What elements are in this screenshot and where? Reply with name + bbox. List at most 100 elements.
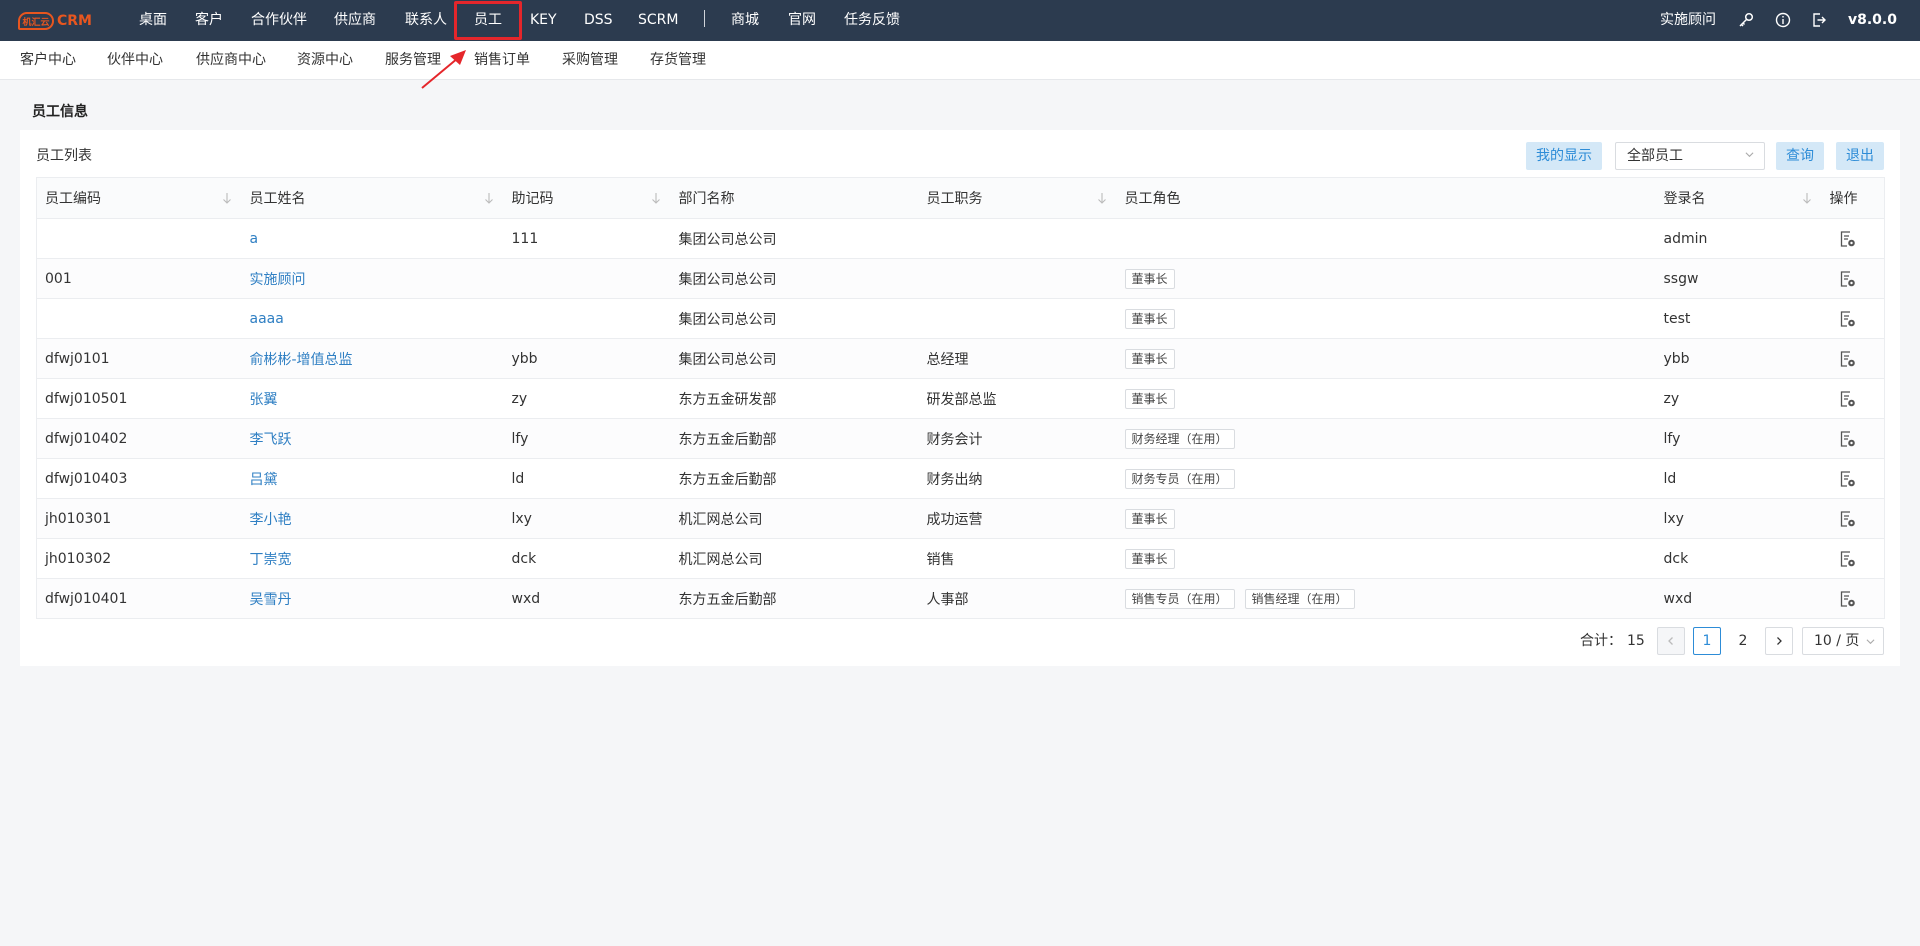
- topnav-website[interactable]: 官网: [788, 0, 816, 41]
- subnav-sales-order[interactable]: 销售订单: [474, 41, 530, 80]
- table-row: dfwj010402 李飞跃 lfy 东方五金后勤部 财务会计 财务经理（在用） lfy: [36, 418, 1885, 459]
- sort-icon[interactable]: [1802, 192, 1812, 204]
- employee-name-link[interactable]: aaaa: [241, 298, 504, 339]
- position-cell: [918, 218, 1117, 259]
- subnav-purchase-management[interactable]: 采购管理: [562, 41, 618, 80]
- prev-page-button[interactable]: [1657, 627, 1685, 655]
- position-cell: 销售: [918, 538, 1117, 579]
- topnav-employee[interactable]: 员工: [474, 0, 502, 41]
- view-detail-icon[interactable]: [1839, 270, 1856, 288]
- topnav-mall[interactable]: 商城: [731, 0, 759, 41]
- actions-cell: [1821, 378, 1885, 419]
- view-detail-icon[interactable]: [1839, 310, 1856, 328]
- view-detail-icon[interactable]: [1839, 510, 1856, 528]
- subnav-supplier-center[interactable]: 供应商中心: [196, 41, 266, 80]
- header-position[interactable]: 员工职务: [918, 177, 1117, 219]
- view-detail-icon[interactable]: [1839, 230, 1856, 248]
- next-page-button[interactable]: [1765, 627, 1793, 655]
- version-label: v8.0.0: [1848, 12, 1897, 28]
- position-cell: 总经理: [918, 338, 1117, 379]
- employee-name-link[interactable]: 俞彬彬-增值总监: [241, 338, 504, 379]
- login-name-cell: lxy: [1655, 498, 1822, 539]
- employee-code-cell: dfwj010402: [36, 418, 242, 459]
- position-cell: [918, 258, 1117, 299]
- department-cell: 集团公司总公司: [670, 258, 919, 299]
- employee-code-cell: [36, 298, 242, 339]
- topnav-contact[interactable]: 联系人: [405, 0, 447, 41]
- header-employee-code[interactable]: 员工编码: [36, 177, 242, 219]
- login-name-cell: dck: [1655, 538, 1822, 579]
- current-user[interactable]: 实施顾问: [1660, 0, 1716, 41]
- sort-icon[interactable]: [484, 192, 494, 204]
- employee-list-card: 员工列表 我的显示 全部员工 查询 退出 员工编码 员工姓名 助记码 部门名称 …: [20, 130, 1900, 666]
- subnav-resource-center[interactable]: 资源中心: [297, 41, 353, 80]
- employee-name-link[interactable]: 丁崇宽: [241, 538, 504, 579]
- page-size-select[interactable]: 10 / 页: [1802, 627, 1884, 655]
- actions-cell: [1821, 298, 1885, 339]
- role-cell: 董事长: [1116, 538, 1656, 579]
- topnav-supplier[interactable]: 供应商: [334, 0, 376, 41]
- position-cell: 人事部: [918, 578, 1117, 619]
- employee-name-link[interactable]: 吕黛: [241, 458, 504, 499]
- employee-name-link[interactable]: 张翼: [241, 378, 504, 419]
- role-tag: 销售经理（在用）: [1244, 588, 1355, 609]
- employee-name-link[interactable]: 实施顾问: [241, 258, 504, 299]
- topnav-desktop[interactable]: 桌面: [139, 0, 167, 41]
- role-tag: 董事长: [1124, 548, 1175, 569]
- view-detail-icon[interactable]: [1839, 550, 1856, 568]
- sort-icon[interactable]: [1097, 192, 1107, 204]
- department-cell: 机汇网总公司: [670, 538, 919, 579]
- login-name-cell: lfy: [1655, 418, 1822, 459]
- sort-icon[interactable]: [222, 192, 232, 204]
- page-2-button[interactable]: 2: [1729, 627, 1757, 655]
- employee-code-cell: dfwj010403: [36, 458, 242, 499]
- employee-code-cell: 001: [36, 258, 242, 299]
- subnav-partner-center[interactable]: 伙伴中心: [107, 41, 163, 80]
- logout-icon[interactable]: [1811, 12, 1827, 28]
- employee-table: 员工编码 员工姓名 助记码 部门名称 员工职务 员工角色 登录名 操作 a 111…: [36, 177, 1885, 619]
- employee-filter-select[interactable]: 全部员工: [1615, 142, 1765, 170]
- sort-icon[interactable]: [651, 192, 661, 204]
- actions-cell: [1821, 218, 1885, 259]
- total-count: 15: [1627, 633, 1645, 649]
- view-detail-icon[interactable]: [1839, 430, 1856, 448]
- topnav-customer[interactable]: 客户: [195, 0, 223, 41]
- chevron-right-icon: [1777, 637, 1782, 645]
- view-detail-icon[interactable]: [1839, 590, 1856, 608]
- view-detail-icon[interactable]: [1839, 470, 1856, 488]
- query-button[interactable]: 查询: [1776, 142, 1824, 170]
- employee-name-link[interactable]: a: [241, 218, 504, 259]
- subnav-inventory-management[interactable]: 存货管理: [650, 41, 706, 80]
- employee-name-link[interactable]: 李飞跃: [241, 418, 504, 459]
- role-cell: 销售专员（在用） 销售经理（在用）: [1116, 578, 1656, 619]
- view-detail-icon[interactable]: [1839, 390, 1856, 408]
- department-cell: 集团公司总公司: [670, 298, 919, 339]
- topnav-dss[interactable]: DSS: [584, 0, 613, 41]
- mnemonic-cell: lxy: [503, 498, 671, 539]
- table-row: a 111 集团公司总公司 admin: [36, 218, 1885, 259]
- subnav-customer-center[interactable]: 客户中心: [20, 41, 76, 80]
- header-mnemonic[interactable]: 助记码: [503, 177, 671, 219]
- my-display-button[interactable]: 我的显示: [1526, 142, 1602, 170]
- employee-name-link[interactable]: 吴雪丹: [241, 578, 504, 619]
- employee-filter-value: 全部员工: [1627, 148, 1683, 164]
- topnav-partner[interactable]: 合作伙伴: [251, 0, 307, 41]
- exit-button[interactable]: 退出: [1836, 142, 1884, 170]
- header-login-name[interactable]: 登录名: [1655, 177, 1822, 219]
- department-cell: 东方五金后勤部: [670, 418, 919, 459]
- role-tag: 财务专员（在用）: [1124, 468, 1235, 489]
- employee-table-body: a 111 集团公司总公司 admin 001 实施顾问 集团公司总公司 董事长 ssgw aaa…: [36, 218, 1885, 619]
- info-icon[interactable]: [1775, 12, 1791, 28]
- key-icon[interactable]: [1738, 12, 1754, 28]
- header-employee-name[interactable]: 员工姓名: [241, 177, 504, 219]
- topnav-scrm[interactable]: SCRM: [638, 0, 678, 41]
- page-1-button[interactable]: 1: [1693, 627, 1721, 655]
- view-detail-icon[interactable]: [1839, 350, 1856, 368]
- topnav-feedback[interactable]: 任务反馈: [844, 0, 900, 41]
- employee-name-link[interactable]: 李小艳: [241, 498, 504, 539]
- role-tag: 董事长: [1124, 268, 1175, 289]
- topnav-key[interactable]: KEY: [530, 0, 557, 41]
- role-tag: 财务经理（在用）: [1124, 428, 1235, 449]
- department-cell: 东方五金后勤部: [670, 578, 919, 619]
- subnav-service-management[interactable]: 服务管理: [385, 41, 441, 80]
